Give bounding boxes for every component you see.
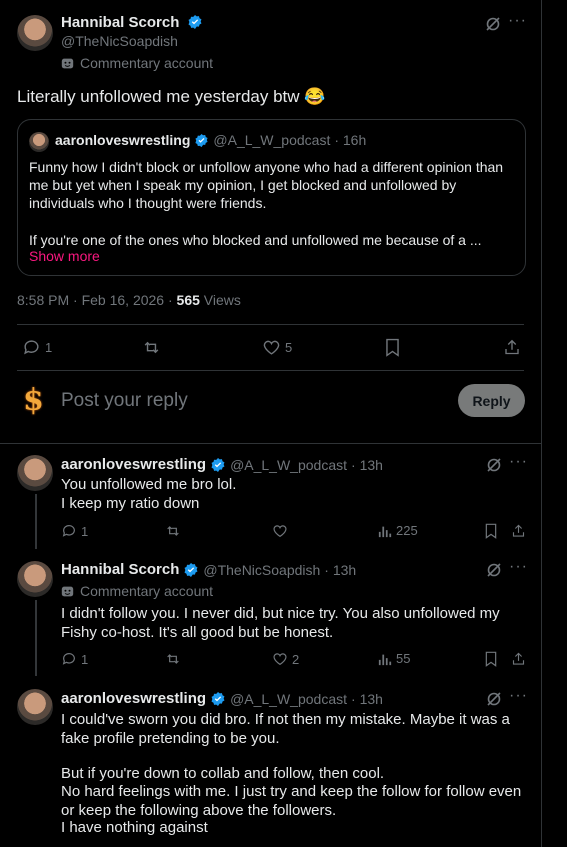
like-count: 2 (292, 651, 300, 667)
repost-icon (144, 341, 159, 354)
reply-handle[interactable]: @A_L_W_podcast (230, 457, 347, 473)
views-button[interactable]: 55 (378, 651, 410, 666)
reply-time[interactable]: · 13h (351, 691, 383, 707)
thread-line (35, 494, 37, 549)
reply-author-name[interactable]: aaronloveswrestling (61, 456, 206, 473)
heart-icon[interactable] (272, 523, 288, 539)
bookmark-icon[interactable] (484, 651, 498, 667)
quote-time: · 16h (334, 132, 367, 148)
theater-masks-icon (61, 586, 74, 596)
reply-button[interactable]: 1 (61, 523, 88, 539)
bookmark-icon[interactable] (384, 338, 401, 357)
reply-text: I have nothing against (61, 819, 208, 836)
views-label: Views (203, 292, 241, 308)
share-icon[interactable] (511, 523, 526, 539)
quoted-post[interactable]: aaronloveswrestling @A_L_W_podcast · 16h… (17, 119, 526, 276)
reply-text: I didn't follow you. I never did, but ni… (61, 605, 500, 641)
reply-author-name[interactable]: aaronloveswrestling (61, 690, 206, 707)
like-count: 5 (285, 340, 293, 355)
user-avatar[interactable]: $ (23, 383, 51, 418)
reply-button[interactable]: 1 (61, 651, 88, 667)
more-options-icon[interactable]: ··· (508, 12, 527, 30)
avatar (29, 132, 49, 152)
views-count: 225 (396, 523, 418, 538)
like-button[interactable]: 5 (262, 338, 292, 357)
grok-icon[interactable] (486, 562, 502, 578)
reply-input[interactable]: Post your reply (61, 390, 188, 412)
heart-icon (273, 653, 287, 666)
reply-icon (24, 340, 39, 355)
share-icon[interactable] (503, 338, 521, 357)
reply-text: No hard feelings with me. I just try and… (61, 783, 522, 819)
account-label: Commentary account (80, 583, 214, 599)
quote-text-continued: If you're one of the ones who blocked an… (29, 232, 482, 248)
divider (17, 324, 524, 325)
reply-button[interactable]: 1 (22, 338, 52, 357)
views-button[interactable]: 225 (378, 523, 418, 538)
share-icon[interactable] (511, 651, 526, 667)
reply-count: 1 (81, 523, 89, 539)
thread-line (35, 600, 37, 676)
grok-icon[interactable] (486, 457, 502, 473)
reply-count: 1 (81, 651, 89, 667)
reply-author-name[interactable]: Hannibal Scorch (61, 561, 179, 578)
account-label-row: Commentary account (61, 55, 213, 71)
grok-icon[interactable] (485, 16, 501, 32)
reply-submit-button[interactable]: Reply (458, 384, 525, 417)
author-row: Hannibal Scorch (61, 14, 203, 32)
repost-icon[interactable] (165, 523, 181, 539)
reply-text: I could've sworn you did bro. If not the… (61, 711, 510, 747)
reply-time[interactable]: · 13h (324, 562, 356, 578)
more-options-icon[interactable]: ··· (509, 687, 528, 705)
repost-button[interactable] (142, 338, 161, 357)
theater-masks-icon (61, 58, 74, 68)
bookmark-icon[interactable] (484, 523, 498, 539)
verified-badge-icon (211, 691, 225, 706)
repost-icon[interactable] (165, 651, 181, 667)
reply-count: 1 (45, 340, 53, 355)
post-timestamp[interactable]: 8:58 PM · Feb 16, 2026 · (17, 292, 173, 308)
grok-icon[interactable] (486, 691, 502, 707)
verified-badge-icon (211, 457, 225, 472)
post-meta: 8:58 PM · Feb 16, 2026 · 565 Views (17, 292, 241, 308)
reply-time[interactable]: · 13h (351, 457, 383, 473)
reply-icon (62, 525, 75, 537)
verified-badge-icon (184, 562, 198, 577)
reply-text-line: I keep my ratio down (61, 495, 200, 512)
author-name[interactable]: Hannibal Scorch (61, 14, 179, 31)
analytics-icon (378, 526, 392, 537)
reply-header: aaronloveswrestling @A_L_W_podcast · 13h (61, 690, 383, 707)
post-text: Literally unfollowed me yesterday btw 😂 (17, 87, 326, 106)
account-label-row: Commentary account (61, 583, 213, 599)
show-more-link[interactable]: Show more (29, 248, 100, 264)
quote-handle: @A_L_W_podcast (213, 132, 331, 148)
heart-icon (263, 340, 280, 355)
reply-header: aaronloveswrestling @A_L_W_podcast · 13h (61, 456, 383, 473)
verified-badge-icon (188, 15, 202, 29)
avatar[interactable] (17, 455, 53, 491)
like-button[interactable]: 2 (272, 651, 299, 667)
avatar[interactable] (17, 689, 53, 725)
more-options-icon[interactable]: ··· (509, 453, 528, 471)
account-label: Commentary account (80, 55, 214, 71)
analytics-icon (378, 654, 392, 665)
author-handle[interactable]: @TheNicSoapdish (61, 33, 178, 49)
reply-handle[interactable]: @A_L_W_podcast (230, 691, 347, 707)
reply-icon (62, 653, 75, 665)
views-count: 55 (396, 651, 411, 666)
avatar[interactable] (17, 561, 53, 597)
divider (0, 443, 541, 444)
views-count: 565 (176, 292, 200, 308)
quote-author-name: aaronloveswrestling (55, 132, 191, 148)
quote-text: Funny how I didn't block or unfollow any… (29, 159, 504, 211)
more-options-icon[interactable]: ··· (509, 558, 528, 576)
reply-text: But if you're down to collab and follow,… (61, 765, 385, 782)
reply-header: Hannibal Scorch @TheNicSoapdish · 13h (61, 561, 356, 578)
avatar[interactable] (17, 15, 53, 51)
timeline-column: Hannibal Scorch @TheNicSoapdish Commenta… (0, 0, 542, 847)
divider (17, 370, 524, 371)
reply-handle[interactable]: @TheNicSoapdish (203, 562, 320, 578)
verified-badge-icon (195, 133, 208, 147)
reply-text-line: You unfollowed me bro lol. (61, 476, 237, 493)
